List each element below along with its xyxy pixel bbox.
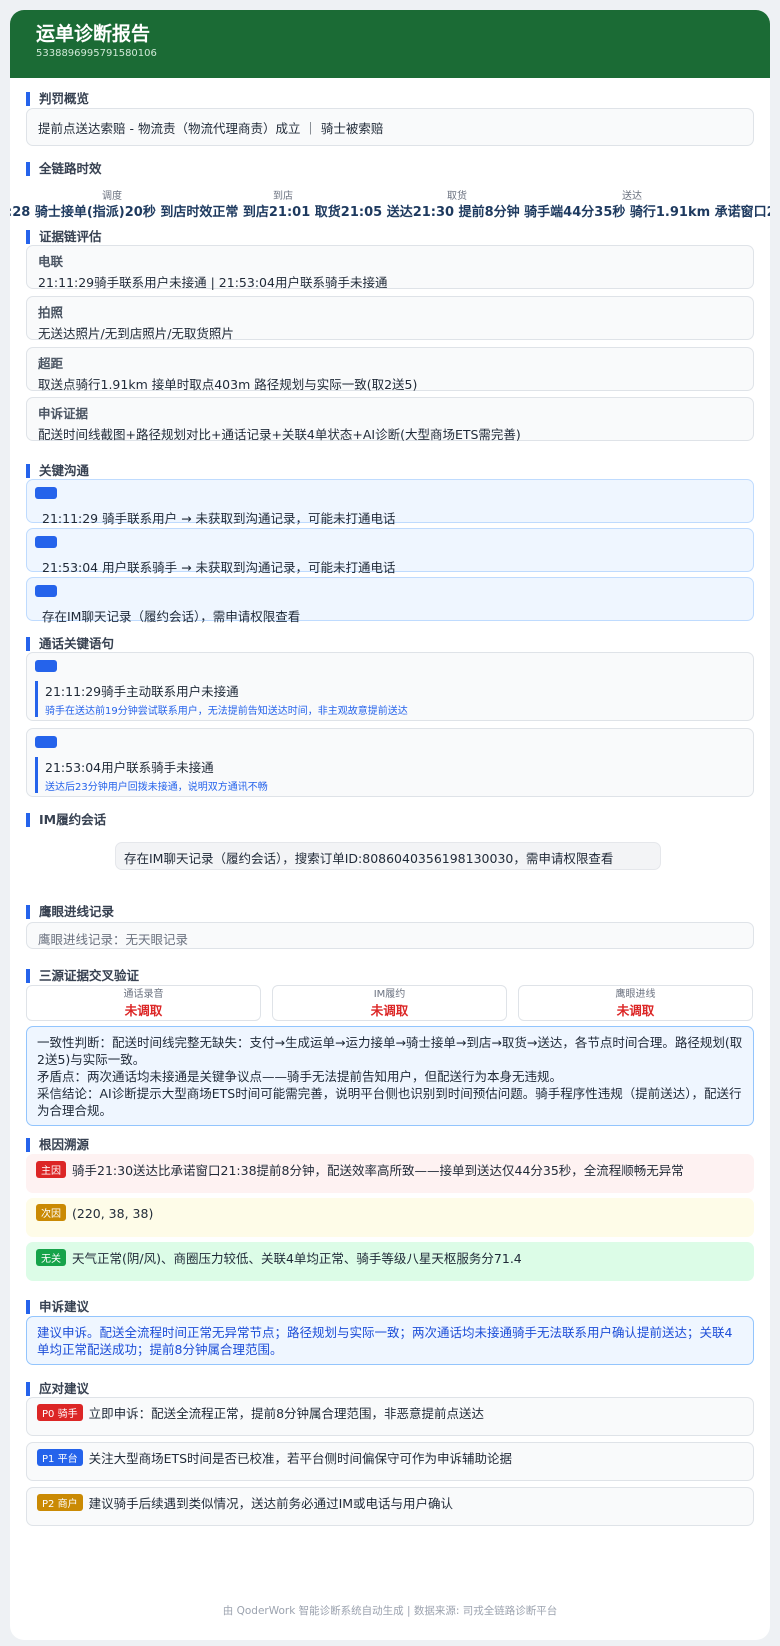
- verdict-consistency: 一致性判断：配送时间线完整无缺失：支付→生成运单→运力接单→骑士接单→到店→取货…: [37, 1035, 743, 1067]
- order-id: 5338896995791580106: [36, 48, 157, 59]
- comm-item: 21:53:04 用户联系骑手 → 未获取到沟通记录，可能未打通电话: [26, 528, 754, 575]
- action-text: 立即申诉：配送全流程正常，提前8分钟属合理范围，非恶意提前点送达: [88, 1406, 485, 1421]
- evidence-item: 拍照 无送达照片/无到店照片/无取货照片: [26, 296, 754, 341]
- quote-note: 骑手在送达前19分钟尝试联系用户，无法提前告知送达时间，非主观故意提前送达: [45, 706, 408, 717]
- action-item: P2 商户 建议骑手后续遇到类似情况，送达前务必通过IM或电话与用户确认: [26, 1487, 754, 1526]
- action-text: 关注大型商场ETS时间是否已校准，若平台侧时间偏保守可作为申诉辅助论据: [88, 1451, 513, 1466]
- section-title-cross: 三源证据交叉验证: [26, 969, 139, 983]
- cause-text: 天气正常(阴/风)、商圈压力较低、关联4单均正常、骑手等级八星天枢服务分71.4: [72, 1251, 522, 1266]
- quote-item: 21:53:04用户联系骑手未接通 送达后23分钟用户回拨未接通，说明双方通讯不…: [26, 728, 754, 797]
- section-title-im: IM履约会话: [26, 813, 106, 827]
- section-title-timeline: 全链路时效: [26, 162, 102, 176]
- source-name: IM履约: [373, 989, 406, 1000]
- source-status: 未调取: [370, 1003, 409, 1018]
- action-item: P0 骑手 立即申诉：配送全流程正常，提前8分钟属合理范围，非恶意提前点送达: [26, 1397, 754, 1436]
- report-footer: 由 QoderWork 智能诊断系统自动生成 | 数据来源: 司戎全链路诊断平台: [222, 1605, 558, 1617]
- evidence-text: 配送时间线截图+路径规划对比+通话记录+关联4单状态+AI诊断(大型商场ETS需…: [38, 427, 521, 442]
- evidence-label: 申诉证据: [38, 406, 89, 421]
- cause-text: 骑手21:30送达比承诺窗口21:38提前8分钟，配送效率高所致——接单到送达仅…: [72, 1163, 684, 1178]
- quote-line: 21:11:29骑手主动联系用户未接通 骑手在送达前19分钟尝试联系用户，无法提…: [35, 681, 745, 717]
- evidence-label: 拍照: [38, 305, 64, 320]
- evidence-text: 无送达照片/无到店照片/无取货照片: [38, 326, 234, 341]
- appeal-box: 建议申诉。配送全流程时间正常无异常节点；路径规划与实际一致；两次通话均未接通骑手…: [26, 1316, 754, 1365]
- quote-chip: [35, 736, 57, 748]
- im-notice: 存在IM聊天记录（履约会话），搜索订单ID:808604035619813003…: [115, 842, 661, 870]
- comm-item: 存在IM聊天记录（履约会话），需申请权限查看: [26, 577, 754, 624]
- report-title: 运单诊断报告: [36, 23, 151, 45]
- section-title-root: 根因溯源: [26, 1138, 89, 1152]
- hawkeye-text: 鹰眼进线记录：无天眼记录: [38, 932, 189, 947]
- root-cause-item: 次因 (220, 38, 38): [26, 1198, 754, 1237]
- action-priority-tag: P0 骑手: [37, 1404, 83, 1421]
- overview-text: 提前点送达索赔 - 物流责（物流代理商责）成立 ｜ 骑士被索赔: [38, 121, 384, 136]
- section-title-comm: 关键沟通: [26, 464, 89, 478]
- section-title-hawkeye: 鹰眼进线记录: [26, 905, 114, 919]
- overview-box: 提前点送达索赔 - 物流责（物流代理商责）成立 ｜ 骑士被索赔: [26, 108, 754, 146]
- action-priority-tag: P1 平台: [37, 1449, 83, 1466]
- comm-text: 21:11:29 骑手联系用户 → 未获取到沟通记录，可能未打通电话: [42, 511, 396, 526]
- cause-text: (220, 38, 38): [72, 1206, 154, 1221]
- timeline-overlap-text: 5:28 骑士接单(指派)20秒 到店时效正常 到店21:01 取货21:05 …: [10, 205, 770, 220]
- comm-chip: [35, 585, 57, 597]
- source-status: 未调取: [616, 1003, 655, 1018]
- evidence-item: 超距 取送点骑行1.91km 接单时取点403m 路径规划与实际一致(取2送5): [26, 347, 754, 392]
- quote-text: 21:11:29骑手主动联系用户未接通: [45, 684, 239, 699]
- section-title-evidence: 证据链评估: [26, 230, 102, 244]
- section-title-actions: 应对建议: [26, 1382, 89, 1396]
- evidence-item: 电联 21:11:29骑手联系用户未接通 | 21:53:04用户联系骑手未接通: [26, 245, 754, 290]
- timeline-track: 5:28 骑士接单(指派)20秒 到店时效正常 到店21:01 取货21:05 …: [10, 187, 770, 223]
- cause-tag: 次因: [36, 1204, 66, 1221]
- evidence-text: 取送点骑行1.91km 接单时取点403m 路径规划与实际一致(取2送5): [38, 377, 418, 392]
- appeal-text: 建议申诉。配送全流程时间正常无异常节点；路径规划与实际一致；两次通话均未接通骑手…: [37, 1325, 733, 1357]
- cross-verdict: 一致性判断：配送时间线完整无缺失：支付→生成运单→运力接单→骑士接单→到店→取货…: [26, 1026, 754, 1126]
- verdict-conclusion: 采信结论：AI诊断提示大型商场ETS时间可能需完善，说明平台侧也识别到时间预估问…: [37, 1086, 742, 1118]
- quote-item: 21:11:29骑手主动联系用户未接通 骑手在送达前19分钟尝试联系用户，无法提…: [26, 652, 754, 721]
- comm-chip: [35, 487, 57, 499]
- section-title-quotes: 通话关键语句: [26, 637, 114, 651]
- comm-text: 存在IM聊天记录（履约会话），需申请权限查看: [42, 609, 301, 624]
- source-name: 通话录音: [123, 989, 164, 1000]
- cause-tag: 无关: [36, 1249, 66, 1266]
- cause-tag: 主因: [36, 1161, 66, 1178]
- quote-line: 21:53:04用户联系骑手未接通 送达后23分钟用户回拨未接通，说明双方通讯不…: [35, 757, 745, 793]
- quote-chip: [35, 660, 57, 672]
- evidence-item: 申诉证据 配送时间线截图+路径规划对比+通话记录+关联4单状态+AI诊断(大型商…: [26, 397, 754, 442]
- report-card: 运单诊断报告 5338896995791580106 判罚概览 提前点送达索赔 …: [10, 10, 770, 1640]
- root-cause-item: 无关 天气正常(阴/风)、商圈压力较低、关联4单均正常、骑手等级八星天枢服务分71…: [26, 1242, 754, 1281]
- evidence-label: 电联: [38, 254, 64, 269]
- source-card: 鹰眼进线 未调取: [518, 985, 753, 1021]
- hawkeye-box: 鹰眼进线记录：无天眼记录: [26, 922, 754, 949]
- comm-chip: [35, 536, 57, 548]
- source-name: 鹰眼进线: [615, 989, 656, 1000]
- evidence-text: 21:11:29骑手联系用户未接通 | 21:53:04用户联系骑手未接通: [38, 275, 388, 290]
- action-priority-tag: P2 商户: [37, 1494, 83, 1511]
- source-card: 通话录音 未调取: [26, 985, 261, 1021]
- verdict-conflict: 矛盾点：两次通话均未接通是关键争议点——骑手无法提前告知用户，但配送行为本身无违…: [37, 1069, 563, 1084]
- report-header: 运单诊断报告 5338896995791580106: [10, 10, 770, 78]
- evidence-label: 超距: [38, 356, 64, 371]
- action-item: P1 平台 关注大型商场ETS时间是否已校准，若平台侧时间偏保守可作为申诉辅助论据: [26, 1442, 754, 1481]
- section-title-overview: 判罚概览: [26, 92, 89, 106]
- action-text: 建议骑手后续遇到类似情况，送达前务必通过IM或电话与用户确认: [88, 1496, 454, 1511]
- section-title-appeal: 申诉建议: [26, 1300, 89, 1314]
- source-status: 未调取: [124, 1003, 163, 1018]
- root-cause-item: 主因 骑手21:30送达比承诺窗口21:38提前8分钟，配送效率高所致——接单到送…: [26, 1154, 754, 1193]
- quote-text: 21:53:04用户联系骑手未接通: [45, 760, 214, 775]
- comm-item: 21:11:29 骑手联系用户 → 未获取到沟通记录，可能未打通电话: [26, 479, 754, 526]
- comm-text: 21:53:04 用户联系骑手 → 未获取到沟通记录，可能未打通电话: [42, 560, 396, 575]
- quote-note: 送达后23分钟用户回拨未接通，说明双方通讯不畅: [45, 782, 268, 793]
- source-card: IM履约 未调取: [272, 985, 507, 1021]
